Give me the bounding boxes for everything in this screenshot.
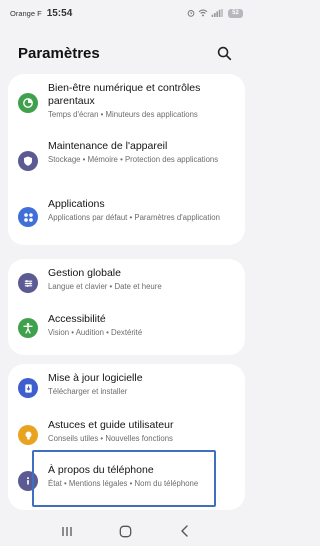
item-title: Applications [48,198,105,210]
settings-item-digital-wellbeing[interactable]: Bien-être numérique et contrôles parenta… [8,82,245,128]
settings-item-device-care[interactable]: Maintenance de l'appareil Stockage • Mém… [8,140,245,186]
item-subtitle: Vision • Audition • Dextérité [48,328,143,337]
item-subtitle: Applications par défaut • Paramètres d'a… [48,213,220,222]
settings-item-accessibility[interactable]: Accessibilité Vision • Audition • Dextér… [8,313,245,349]
search-button[interactable] [214,43,234,63]
search-icon [217,46,231,60]
navigation-bar [0,516,252,546]
back-button[interactable] [170,520,200,542]
item-title: Accessibilité [48,313,106,325]
status-time: 15:54 [46,7,73,19]
home-button[interactable] [111,520,141,542]
tips-icon [18,425,38,445]
item-subtitle: Conseils utiles • Nouvelles fonctions [48,434,173,443]
item-title: Bien-être numérique et contrôles parenta… [48,82,201,107]
selection-highlight [32,450,216,507]
settings-item-general-management[interactable]: Gestion globale Langue et clavier • Date… [8,267,245,303]
item-subtitle: Langue et clavier • Date et heure [48,282,162,291]
settings-group-2: Gestion globale Langue et clavier • Date… [8,259,245,355]
alarm-icon [187,9,195,17]
item-subtitle: Télécharger et installer [48,387,128,396]
settings-item-applications[interactable]: Applications Applications par défaut • P… [8,198,245,238]
item-title: Gestion globale [48,267,121,279]
wifi-icon [198,9,208,17]
wellbeing-icon [18,93,38,113]
item-title: Maintenance de l'appareil [48,140,168,152]
signal-icon [211,9,225,17]
recents-icon [62,526,72,536]
item-title: Mise à jour logicielle [48,372,143,384]
item-title: Astuces et guide utilisateur [48,419,174,431]
device-care-icon [18,151,38,171]
settings-item-software-update[interactable]: Mise à jour logicielle Télécharger et in… [8,372,245,410]
status-icons: 52 [187,8,243,18]
item-subtitle: Stockage • Mémoire • Protection des appl… [48,155,219,164]
apps-icon [18,207,38,227]
software-update-icon [18,378,38,398]
settings-group-1: Bien-être numérique et contrôles parenta… [8,74,245,245]
page-title: Paramètres [18,44,100,62]
back-icon [181,525,188,537]
carrier-name: Orange F [10,8,42,18]
home-icon [120,525,132,537]
header: Paramètres [0,38,252,68]
accessibility-icon [18,318,38,338]
battery-indicator: 52 [228,8,243,18]
recents-button[interactable] [52,520,82,542]
status-bar: Orange F 15:54 52 [0,0,252,26]
general-management-icon [18,273,38,293]
item-subtitle: Temps d'écran • Minuteurs des applicatio… [48,110,198,119]
